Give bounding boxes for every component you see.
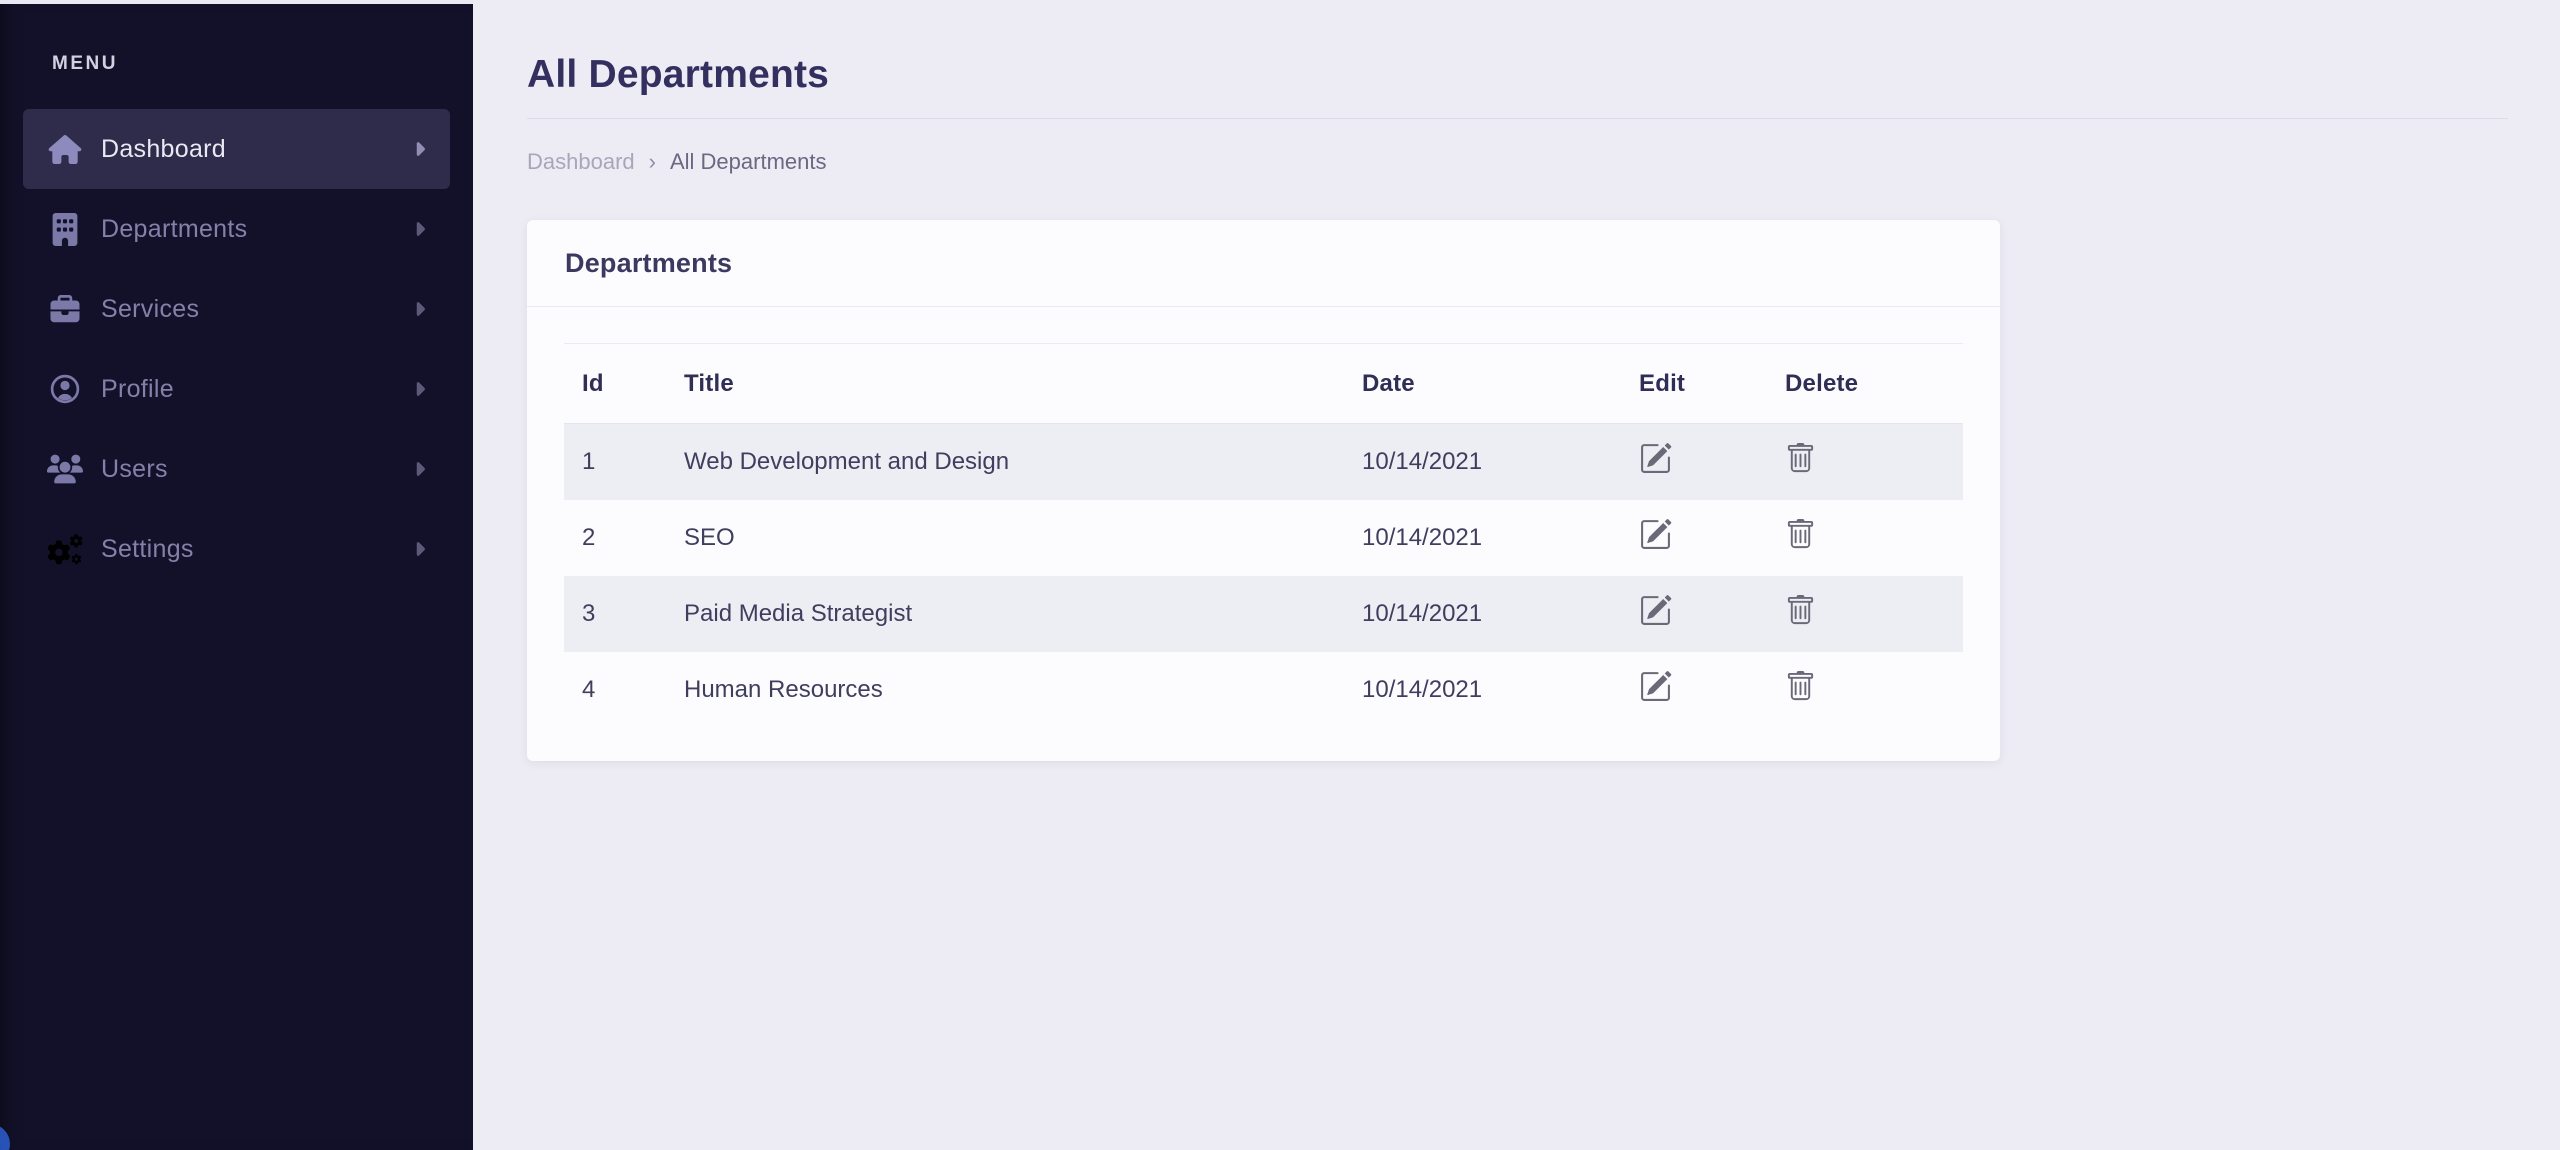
- edit-button[interactable]: [1639, 518, 1672, 551]
- sidebar-item-label: Users: [101, 455, 413, 484]
- sidebar-item-label: Services: [101, 295, 413, 324]
- column-header-date: Date: [1362, 344, 1639, 424]
- sidebar-item-label: Settings: [101, 535, 413, 564]
- user-circle-icon: [47, 373, 83, 405]
- building-icon: [47, 213, 83, 246]
- sidebar-item-settings[interactable]: Settings: [23, 509, 450, 589]
- cell-title: Human Resources: [684, 652, 1362, 728]
- trash-icon: [1785, 594, 1816, 627]
- cell-date: 10/14/2021: [1362, 576, 1639, 652]
- cell-id: 4: [564, 652, 684, 728]
- sidebar: MENU Dashboard Departments Services: [0, 4, 473, 1150]
- edit-icon: [1639, 594, 1672, 627]
- corner-accent-shape: [0, 1124, 10, 1150]
- cell-date: 10/14/2021: [1362, 652, 1639, 728]
- table-row: 3 Paid Media Strategist 10/14/2021: [564, 576, 1963, 652]
- title-divider: [527, 118, 2508, 119]
- edit-icon: [1639, 518, 1672, 551]
- sidebar-item-users[interactable]: Users: [23, 429, 450, 509]
- cell-title: SEO: [684, 500, 1362, 576]
- trash-icon: [1785, 442, 1816, 475]
- delete-button[interactable]: [1785, 518, 1816, 551]
- cell-id: 2: [564, 500, 684, 576]
- sidebar-item-departments[interactable]: Departments: [23, 189, 450, 269]
- table-row: 4 Human Resources 10/14/2021: [564, 652, 1963, 728]
- sidebar-item-label: Dashboard: [101, 135, 413, 164]
- edit-icon: [1639, 442, 1672, 475]
- cell-date: 10/14/2021: [1362, 424, 1639, 500]
- cell-id: 3: [564, 576, 684, 652]
- delete-button[interactable]: [1785, 442, 1816, 475]
- cell-title: Paid Media Strategist: [684, 576, 1362, 652]
- column-header-title: Title: [684, 344, 1362, 424]
- breadcrumb-separator-icon: ›: [649, 149, 656, 175]
- cogs-icon: [47, 534, 83, 565]
- delete-button[interactable]: [1785, 670, 1816, 703]
- sidebar-menu: Dashboard Departments Services: [23, 109, 450, 589]
- edit-button[interactable]: [1639, 670, 1672, 703]
- departments-table: Id Title Date Edit Delete 1 Web Developm…: [564, 343, 1963, 728]
- page-title: All Departments: [527, 0, 2508, 98]
- chevron-right-icon: [413, 138, 426, 160]
- departments-card: Departments Id Title Date Edit Delete: [527, 220, 2000, 761]
- sidebar-item-profile[interactable]: Profile: [23, 349, 450, 429]
- delete-button[interactable]: [1785, 594, 1816, 627]
- chevron-right-icon: [413, 458, 426, 480]
- chevron-right-icon: [413, 218, 426, 240]
- home-icon: [47, 135, 83, 164]
- column-header-edit: Edit: [1639, 344, 1785, 424]
- trash-icon: [1785, 670, 1816, 703]
- edit-button[interactable]: [1639, 594, 1672, 627]
- menu-section-label: MENU: [52, 53, 118, 75]
- cell-id: 1: [564, 424, 684, 500]
- sidebar-item-services[interactable]: Services: [23, 269, 450, 349]
- card-body: Id Title Date Edit Delete 1 Web Developm…: [527, 307, 2000, 761]
- chevron-right-icon: [413, 298, 426, 320]
- cell-title: Web Development and Design: [684, 424, 1362, 500]
- cell-date: 10/14/2021: [1362, 500, 1639, 576]
- sidebar-item-dashboard[interactable]: Dashboard: [23, 109, 450, 189]
- sidebar-item-label: Profile: [101, 375, 413, 404]
- breadcrumb-link-dashboard[interactable]: Dashboard: [527, 149, 635, 175]
- sidebar-item-label: Departments: [101, 215, 413, 244]
- column-header-id: Id: [564, 344, 684, 424]
- main-content: All Departments Dashboard › All Departme…: [473, 0, 2560, 1150]
- table-row: 2 SEO 10/14/2021: [564, 500, 1963, 576]
- chevron-right-icon: [413, 538, 426, 560]
- trash-icon: [1785, 518, 1816, 551]
- breadcrumb-current: All Departments: [670, 149, 827, 175]
- table-row: 1 Web Development and Design 10/14/2021: [564, 424, 1963, 500]
- breadcrumb: Dashboard › All Departments: [527, 149, 2508, 175]
- users-icon: [47, 454, 83, 484]
- table-header-row: Id Title Date Edit Delete: [564, 344, 1963, 424]
- edit-button[interactable]: [1639, 442, 1672, 475]
- briefcase-icon: [47, 295, 83, 324]
- card-title: Departments: [527, 220, 2000, 307]
- column-header-delete: Delete: [1785, 344, 1963, 424]
- chevron-right-icon: [413, 378, 426, 400]
- edit-icon: [1639, 670, 1672, 703]
